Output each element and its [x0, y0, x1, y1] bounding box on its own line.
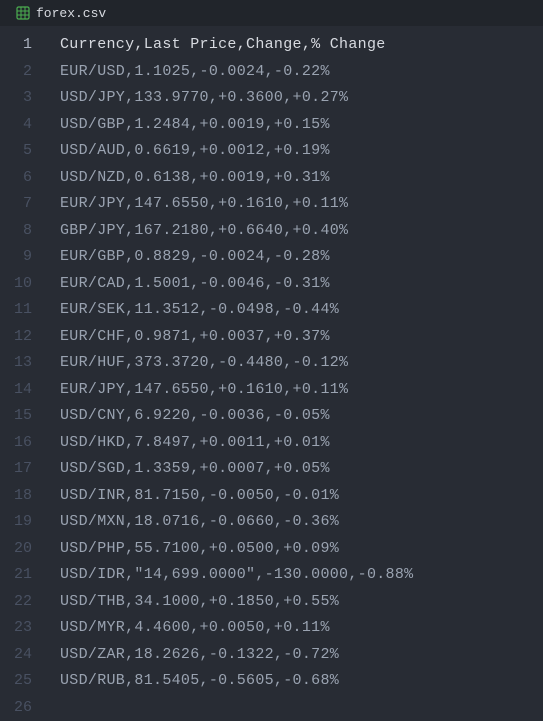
line-number: 9 — [0, 244, 32, 271]
code-line[interactable]: USD/HKD,7.8497,+0.0011,+0.01% — [60, 430, 543, 457]
code-line[interactable]: USD/IDR,"14,699.0000",-130.0000,-0.88% — [60, 562, 543, 589]
line-number: 4 — [0, 112, 32, 139]
tab-bar: forex.csv — [0, 0, 543, 26]
editor[interactable]: 1234567891011121314151617181920212223242… — [0, 26, 543, 720]
code-line[interactable]: USD/JPY,133.9770,+0.3600,+0.27% — [60, 85, 543, 112]
line-number: 6 — [0, 165, 32, 192]
line-number: 22 — [0, 589, 32, 616]
code-line[interactable]: Currency,Last Price,Change,% Change — [60, 32, 543, 59]
line-number: 3 — [0, 85, 32, 112]
line-number: 21 — [0, 562, 32, 589]
code-line[interactable]: USD/GBP,1.2484,+0.0019,+0.15% — [60, 112, 543, 139]
line-number: 19 — [0, 509, 32, 536]
line-number: 5 — [0, 138, 32, 165]
csv-file-icon — [16, 6, 30, 20]
line-number: 15 — [0, 403, 32, 430]
line-number: 23 — [0, 615, 32, 642]
line-number: 8 — [0, 218, 32, 245]
line-number: 11 — [0, 297, 32, 324]
line-number: 18 — [0, 483, 32, 510]
code-line[interactable]: EUR/SEK,11.3512,-0.0498,-0.44% — [60, 297, 543, 324]
code-line[interactable]: EUR/CAD,1.5001,-0.0046,-0.31% — [60, 271, 543, 298]
line-number: 10 — [0, 271, 32, 298]
code-line[interactable]: GBP/JPY,167.2180,+0.6640,+0.40% — [60, 218, 543, 245]
code-line[interactable]: USD/MXN,18.0716,-0.0660,-0.36% — [60, 509, 543, 536]
code-line[interactable]: USD/CNY,6.9220,-0.0036,-0.05% — [60, 403, 543, 430]
code-line[interactable]: USD/AUD,0.6619,+0.0012,+0.19% — [60, 138, 543, 165]
code-area[interactable]: Currency,Last Price,Change,% ChangeEUR/U… — [46, 26, 543, 720]
line-number: 16 — [0, 430, 32, 457]
line-number: 12 — [0, 324, 32, 351]
line-number: 14 — [0, 377, 32, 404]
tab-filename: forex.csv — [36, 6, 106, 21]
line-number: 24 — [0, 642, 32, 669]
code-line[interactable]: EUR/JPY,147.6550,+0.1610,+0.11% — [60, 377, 543, 404]
line-number: 2 — [0, 59, 32, 86]
code-line[interactable]: EUR/CHF,0.9871,+0.0037,+0.37% — [60, 324, 543, 351]
line-number: 26 — [0, 695, 32, 721]
code-line[interactable]: EUR/JPY,147.6550,+0.1610,+0.11% — [60, 191, 543, 218]
file-tab[interactable]: forex.csv — [6, 3, 116, 24]
code-line[interactable]: USD/PHP,55.7100,+0.0500,+0.09% — [60, 536, 543, 563]
code-line[interactable]: USD/INR,81.7150,-0.0050,-0.01% — [60, 483, 543, 510]
code-line[interactable]: USD/MYR,4.4600,+0.0050,+0.11% — [60, 615, 543, 642]
line-number: 13 — [0, 350, 32, 377]
line-number-gutter: 1234567891011121314151617181920212223242… — [0, 26, 46, 720]
code-line[interactable]: USD/NZD,0.6138,+0.0019,+0.31% — [60, 165, 543, 192]
code-line[interactable]: EUR/HUF,373.3720,-0.4480,-0.12% — [60, 350, 543, 377]
code-line[interactable]: EUR/USD,1.1025,-0.0024,-0.22% — [60, 59, 543, 86]
code-line[interactable]: EUR/GBP,0.8829,-0.0024,-0.28% — [60, 244, 543, 271]
line-number: 7 — [0, 191, 32, 218]
line-number: 25 — [0, 668, 32, 695]
code-line[interactable]: USD/RUB,81.5405,-0.5605,-0.68% — [60, 668, 543, 695]
code-line[interactable]: USD/ZAR,18.2626,-0.1322,-0.72% — [60, 642, 543, 669]
code-line[interactable]: USD/SGD,1.3359,+0.0007,+0.05% — [60, 456, 543, 483]
line-number: 20 — [0, 536, 32, 563]
code-line[interactable]: USD/THB,34.1000,+0.1850,+0.55% — [60, 589, 543, 616]
line-number: 17 — [0, 456, 32, 483]
line-number: 1 — [0, 32, 32, 59]
